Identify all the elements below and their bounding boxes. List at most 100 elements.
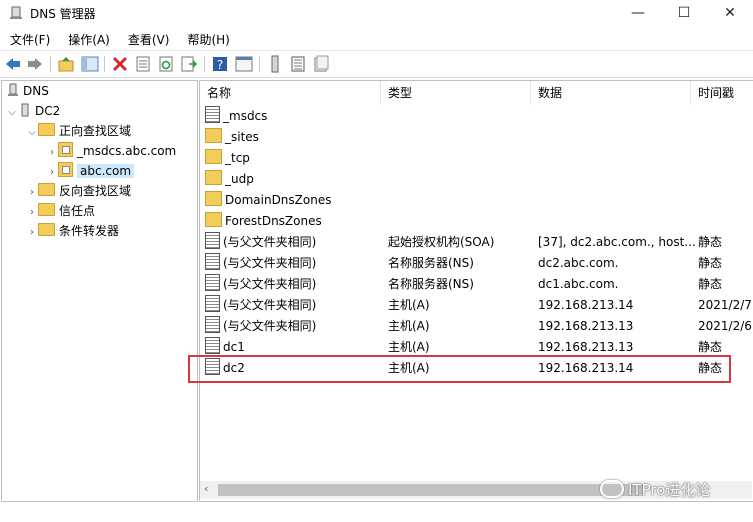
dns-app-icon [10, 6, 22, 19]
tree-node-dns[interactable]: DNS [6, 82, 49, 100]
refresh-icon[interactable] [157, 55, 175, 73]
table-row[interactable]: (与父文件夹相同) 名称服务器(NS) dc2.abc.com. 静态 [200, 253, 753, 274]
record-name: (与父文件夹相同) [223, 277, 317, 291]
forward-arrow-icon[interactable] [26, 55, 44, 73]
record-icon [205, 253, 220, 270]
record-icon [205, 274, 220, 291]
back-arrow-icon[interactable] [4, 55, 22, 73]
table-row[interactable]: _tcp [200, 148, 753, 169]
record-list-icon[interactable] [289, 55, 307, 73]
cell-data: 192.168.213.14 [538, 298, 634, 312]
cell-type: 主机(A) [388, 298, 430, 312]
tree-node-forward-zones[interactable]: ⌵ 正向查找区域 [26, 122, 131, 140]
column-header-name[interactable]: 名称 [200, 81, 381, 105]
expand-arrow-icon[interactable]: › [26, 184, 38, 202]
folder-icon [38, 223, 55, 236]
menu-view[interactable]: 查看(V) [118, 28, 178, 48]
record-name: ForestDnsZones [225, 214, 322, 228]
scrollbar-thumb[interactable] [218, 484, 643, 496]
folder-icon [38, 203, 55, 216]
tree-label-msdcs: _msdcs.abc.com [77, 144, 177, 158]
folder-icon [205, 191, 222, 206]
toolbar-separator [50, 56, 51, 72]
cell-name: _tcp [205, 148, 250, 169]
zone-icon [58, 142, 73, 157]
menu-file[interactable]: 文件(F) [0, 28, 58, 48]
expand-arrow-icon[interactable]: › [26, 224, 38, 242]
record-name: dc1 [223, 340, 245, 354]
table-row[interactable]: _sites [200, 127, 753, 148]
cell-data: 192.168.213.13 [538, 319, 634, 333]
cell-name: (与父文件夹相同) [205, 274, 316, 295]
maximize-button[interactable]: ☐ [661, 0, 707, 26]
tree-node-reverse-zones[interactable]: › 反向查找区域 [26, 182, 131, 200]
record-name: (与父文件夹相同) [223, 256, 317, 270]
scroll-left-icon[interactable]: ‹ [204, 482, 208, 495]
tree-node-dc2[interactable]: ⌵ DC2 [6, 102, 60, 120]
tree-node-abc-com[interactable]: › abc.com [46, 162, 135, 182]
server-icon [21, 103, 29, 117]
collapse-arrow-icon[interactable]: ⌵ [26, 124, 38, 142]
column-header-data[interactable]: 数据 [531, 81, 691, 105]
table-row[interactable]: (与父文件夹相同) 起始授权机构(SOA) [37], dc2.abc.com., … [200, 232, 753, 253]
record-icon [205, 295, 220, 312]
record-icon [205, 316, 220, 333]
watermark: ITPro进化论 [600, 480, 710, 500]
console-tree: DNS ⌵ DC2 ⌵ 正向查找区域 › _msdcs.abc.com › abc.co… [1, 80, 198, 502]
menu-help[interactable]: 帮助(H) [177, 28, 237, 48]
record-icon [205, 232, 220, 249]
server-icon[interactable] [266, 55, 284, 73]
tree-node-msdcs[interactable]: › _msdcs.abc.com [46, 142, 176, 160]
export-list-icon[interactable] [180, 55, 198, 73]
column-header-timestamp[interactable]: 时间戳 [691, 81, 753, 105]
properties-icon[interactable] [134, 55, 152, 73]
table-row[interactable]: ForestDnsZones [200, 211, 753, 232]
expand-arrow-icon[interactable]: › [46, 164, 58, 182]
cell-name: DomainDnsZones [205, 190, 331, 211]
folder-icon [205, 212, 222, 227]
cell-name: (与父文件夹相同) [205, 295, 316, 316]
toolbar-separator [104, 56, 105, 72]
minimize-button[interactable]: — [615, 0, 661, 26]
cell-data: dc2.abc.com. [538, 256, 619, 270]
table-row[interactable]: DomainDnsZones [200, 190, 753, 211]
record-name: _sites [225, 130, 259, 144]
table-row[interactable]: (与父文件夹相同) 主机(A) 192.168.213.13 2021/2/6 [200, 316, 753, 337]
column-header-type[interactable]: 类型 [381, 81, 531, 105]
watermark-text: ITPro进化论 [628, 481, 711, 499]
help-icon[interactable]: ? [211, 55, 229, 73]
tree-label-dc2: DC2 [35, 104, 61, 118]
folder-icon [38, 183, 55, 196]
folder-icon [205, 128, 222, 143]
expand-arrow-icon[interactable]: › [26, 204, 38, 222]
cell-type: 主机(A) [388, 319, 430, 333]
cell-type: 名称服务器(NS) [388, 256, 474, 270]
table-row[interactable]: _udp [200, 169, 753, 190]
show-hide-console-tree-icon[interactable] [81, 55, 99, 73]
tree-label-dns: DNS [23, 84, 49, 98]
tree-label-conditional-forwarders: 条件转发器 [59, 224, 120, 238]
record-name: DomainDnsZones [225, 193, 332, 207]
tree-node-trust-points[interactable]: › 信任点 [26, 202, 95, 220]
view-icon[interactable] [235, 55, 253, 73]
menu-action[interactable]: 操作(A) [58, 28, 118, 48]
folder-icon [38, 123, 55, 136]
cell-name: (与父文件夹相同) [205, 253, 316, 274]
close-button[interactable]: ✕ [707, 0, 753, 26]
new-record-icon[interactable] [312, 55, 330, 73]
delete-icon[interactable] [111, 55, 129, 73]
cell-timestamp: 2021/2/7 [698, 298, 752, 312]
cell-type: 名称服务器(NS) [388, 277, 474, 291]
zone-icon [205, 106, 220, 123]
cell-timestamp: 静态 [698, 256, 723, 270]
table-row[interactable]: (与父文件夹相同) 主机(A) 192.168.213.14 2021/2/7 [200, 295, 753, 316]
expand-arrow-icon[interactable]: › [46, 144, 58, 162]
toolbar-separator [259, 56, 260, 72]
tree-node-conditional-forwarders[interactable]: › 条件转发器 [26, 222, 119, 240]
record-name: (与父文件夹相同) [223, 319, 317, 333]
up-folder-icon[interactable] [57, 55, 75, 73]
highlight-box [188, 355, 731, 383]
collapse-arrow-icon[interactable]: ⌵ [6, 104, 18, 122]
table-row[interactable]: (与父文件夹相同) 名称服务器(NS) dc1.abc.com. 静态 [200, 274, 753, 295]
table-row[interactable]: _msdcs [200, 106, 753, 127]
